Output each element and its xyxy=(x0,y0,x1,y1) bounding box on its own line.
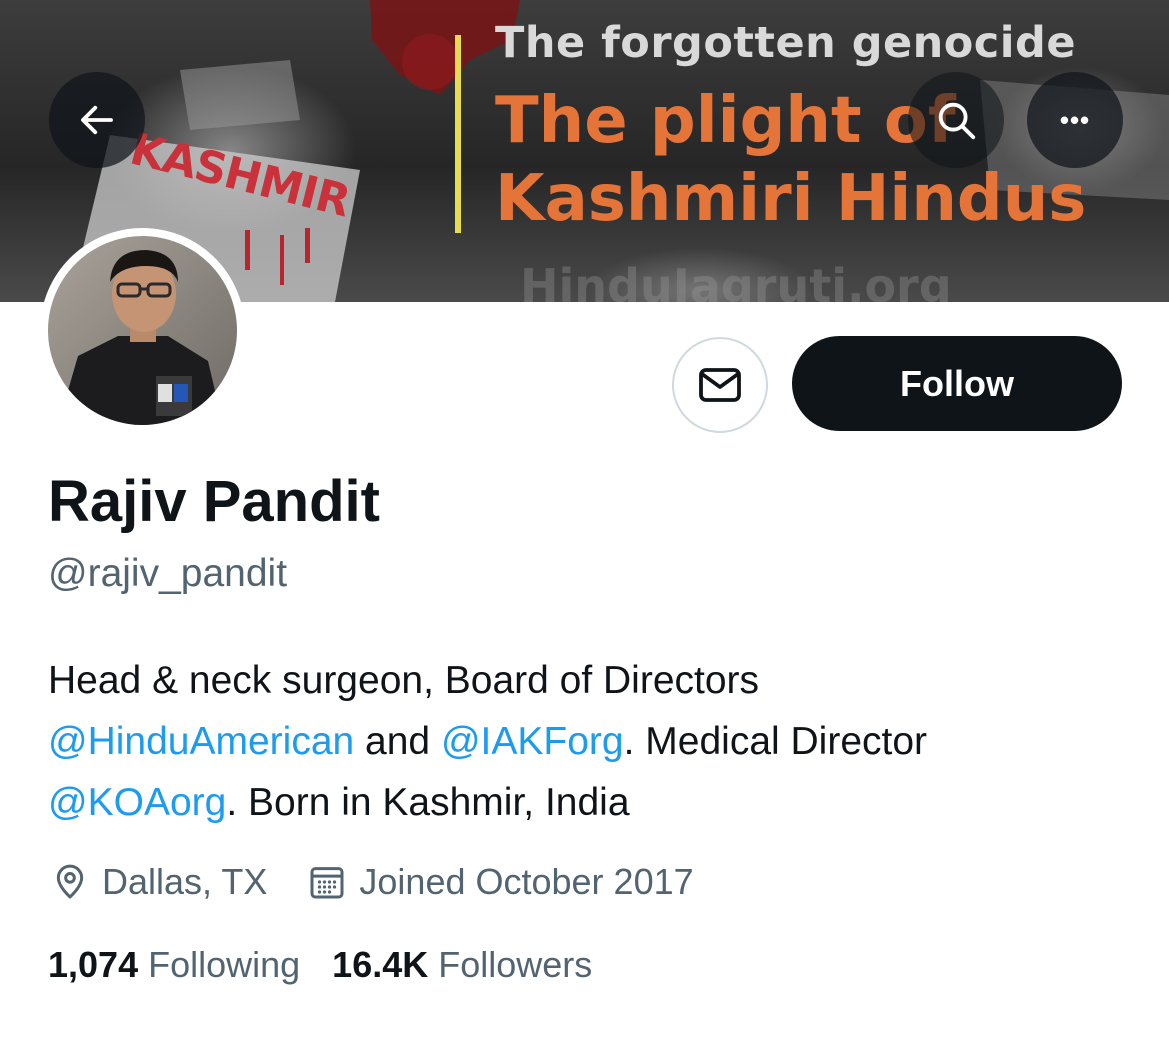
following-link[interactable]: 1,074 Following xyxy=(48,944,300,986)
followers-label: Followers xyxy=(438,944,593,985)
calendar-icon xyxy=(310,867,344,899)
more-dots-icon: ••• xyxy=(1059,105,1091,135)
arrow-left-icon xyxy=(81,105,113,135)
joined-text: Joined October 2017 xyxy=(359,861,694,902)
location-item: Dallas, TX xyxy=(50,861,267,903)
bio-text-medical-director: . Medical Director xyxy=(623,720,928,763)
avatar[interactable] xyxy=(40,228,245,433)
more-options-button[interactable]: ••• xyxy=(1027,72,1123,168)
search-icon xyxy=(938,102,976,140)
location-text: Dallas, TX xyxy=(102,861,268,902)
mention-koaorg[interactable]: @KOAorg xyxy=(48,781,226,824)
profile-stats: 1,074 Following 16.4K Followers xyxy=(48,944,592,986)
bio-text-born: . Born in Kashmir, India xyxy=(226,781,630,824)
avatar-photo xyxy=(48,236,237,425)
profile-name: Rajiv Pandit xyxy=(48,469,380,534)
profile-handle: @rajiv_pandit xyxy=(48,552,288,595)
search-button[interactable] xyxy=(908,72,1004,168)
back-button[interactable] xyxy=(49,72,145,168)
envelope-icon xyxy=(699,368,741,402)
following-count: 1,074 xyxy=(48,944,139,985)
profile-meta: Dallas, TX Joined October 2017 xyxy=(50,857,694,907)
profile-bio: Head & neck surgeon, Board of Directors … xyxy=(48,650,1138,833)
joined-item: Joined October 2017 xyxy=(307,861,694,903)
followers-link[interactable]: 16.4K Followers xyxy=(332,944,592,986)
svg-text:HinduJagruti.org: HinduJagruti.org xyxy=(520,259,952,302)
location-pin-icon xyxy=(56,864,84,899)
mention-iakforg[interactable]: @IAKForg xyxy=(441,720,624,763)
banner-title-top: The forgotten genocide xyxy=(495,18,1076,68)
message-button[interactable] xyxy=(672,337,768,433)
bio-line-3: @KOAorg. Born in Kashmir, India xyxy=(48,772,1138,833)
follow-button[interactable]: Follow xyxy=(792,336,1122,431)
bio-text-and: and xyxy=(354,720,441,763)
bio-line-1: Head & neck surgeon, Board of Directors xyxy=(48,659,760,702)
following-label: Following xyxy=(148,944,301,985)
followers-count: 16.4K xyxy=(332,944,429,985)
banner-title-line2: Kashmiri Hindus xyxy=(495,162,1087,236)
profile-photo-icon xyxy=(48,236,237,425)
banner-divider xyxy=(455,35,461,233)
mention-hinduamerican[interactable]: @HinduAmerican xyxy=(48,720,354,763)
bio-line-2: @HinduAmerican and @IAKForg. Medical Dir… xyxy=(48,711,1138,772)
